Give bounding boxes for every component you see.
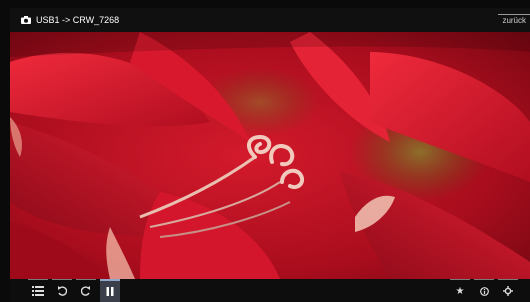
rotate-left-icon bbox=[58, 286, 67, 296]
rotate-right-button[interactable] bbox=[76, 279, 96, 302]
pause-button[interactable] bbox=[100, 279, 120, 302]
title-bar: USB1 -> CRW_7268 zurück bbox=[10, 8, 530, 32]
rotate-right-icon bbox=[81, 286, 90, 296]
red-flower-photo bbox=[10, 32, 530, 279]
info-button[interactable] bbox=[474, 279, 494, 302]
info-icon bbox=[479, 286, 489, 296]
bottom-toolbar: ★ bbox=[10, 279, 530, 302]
photo-viewer[interactable] bbox=[10, 32, 530, 279]
favorite-button[interactable]: ★ bbox=[450, 279, 470, 302]
list-icon bbox=[32, 286, 44, 296]
star-icon: ★ bbox=[455, 285, 465, 297]
pause-icon bbox=[106, 287, 114, 296]
rotate-left-button[interactable] bbox=[52, 279, 72, 302]
camera-icon bbox=[21, 16, 31, 24]
gear-icon bbox=[503, 286, 513, 296]
file-path-label: USB1 -> CRW_7268 bbox=[36, 15, 120, 25]
back-button[interactable]: zurück bbox=[498, 14, 530, 28]
list-view-button[interactable] bbox=[28, 279, 48, 302]
settings-button[interactable] bbox=[498, 279, 518, 302]
